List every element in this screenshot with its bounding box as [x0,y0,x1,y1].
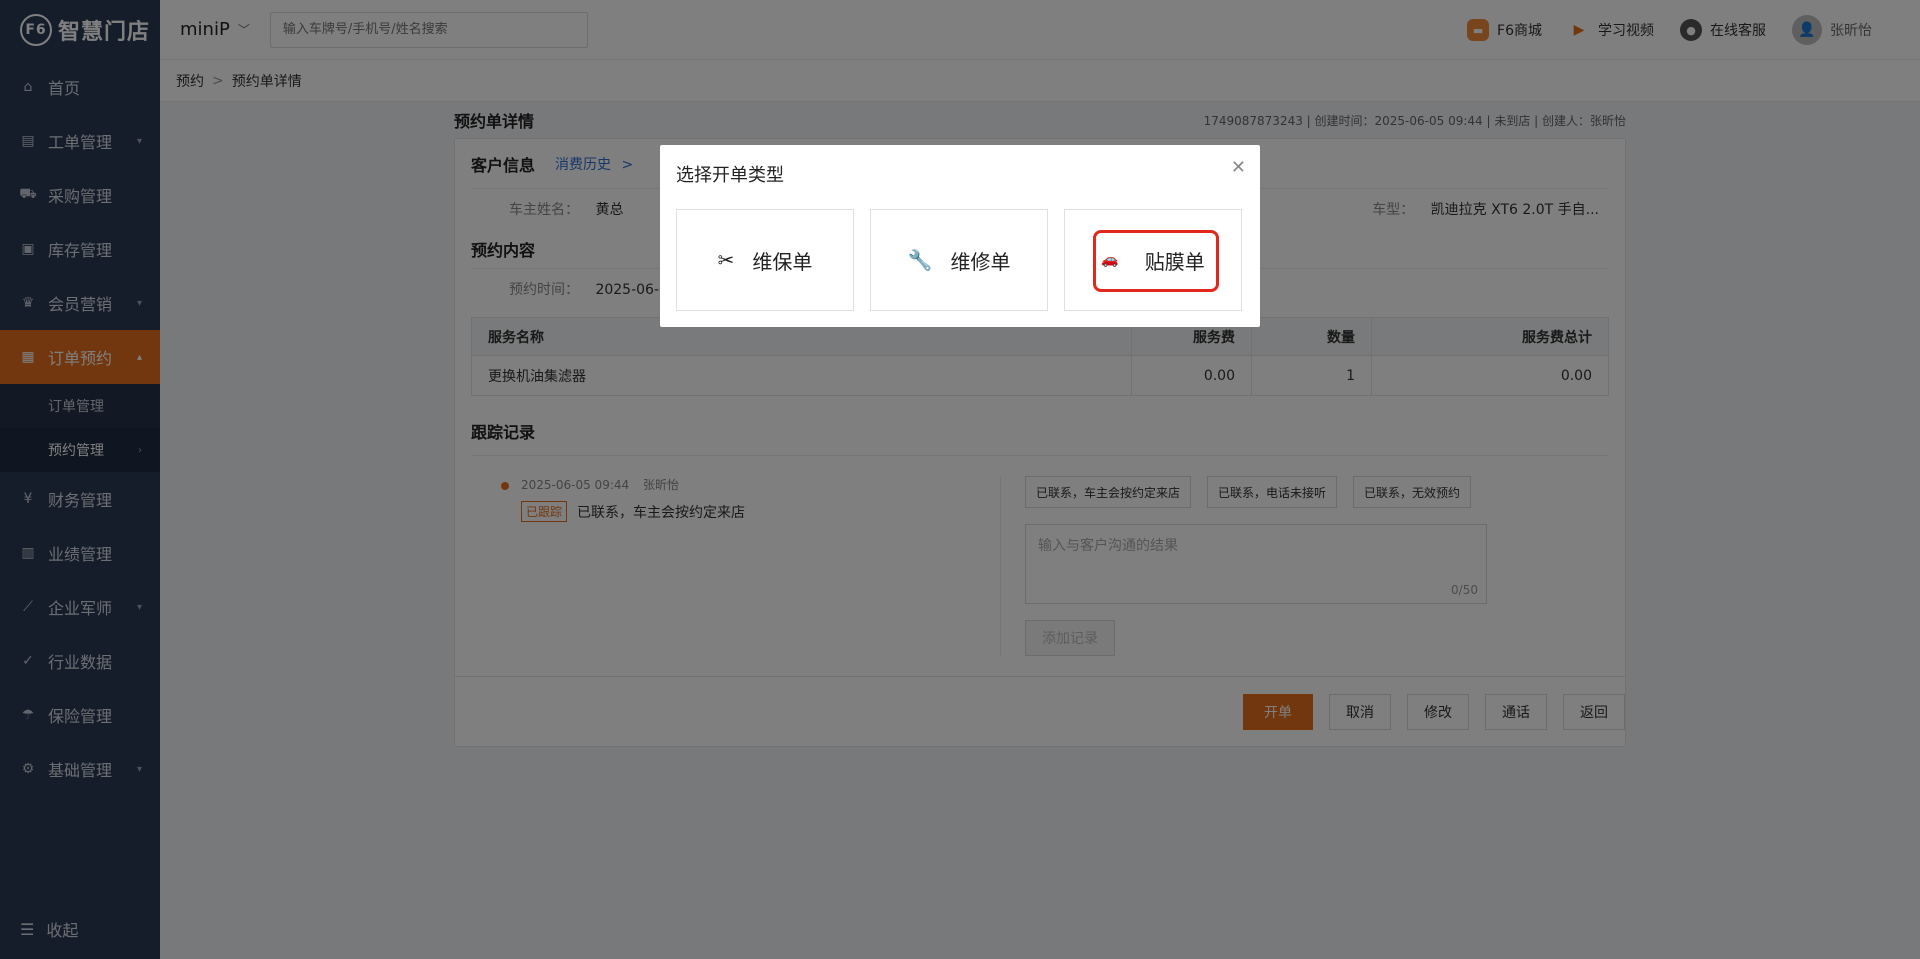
order-type-modal: 选择开单类型 ✕ ✂ 维保单 🔧 维修单 🚗 贴膜单 [660,145,1260,327]
tools-icon: ✂ [717,248,735,272]
close-icon[interactable]: ✕ [1231,157,1246,178]
modal-mask[interactable] [0,0,1920,959]
option-label: 维保单 [752,249,813,274]
option-label: 贴膜单 [1144,249,1205,274]
modal-title: 选择开单类型 [676,165,784,186]
order-type-options: ✂ 维保单 🔧 维修单 🚗 贴膜单 [676,209,1242,311]
option-label: 维修单 [950,249,1011,274]
film-order-option[interactable]: 🚗 贴膜单 [1064,209,1242,311]
maintenance-order-option[interactable]: ✂ 维保单 [676,209,854,311]
car-icon: 🚗 [1101,252,1119,268]
repair-order-option[interactable]: 🔧 维修单 [870,209,1048,311]
wrench-icon: 🔧 [907,248,933,272]
